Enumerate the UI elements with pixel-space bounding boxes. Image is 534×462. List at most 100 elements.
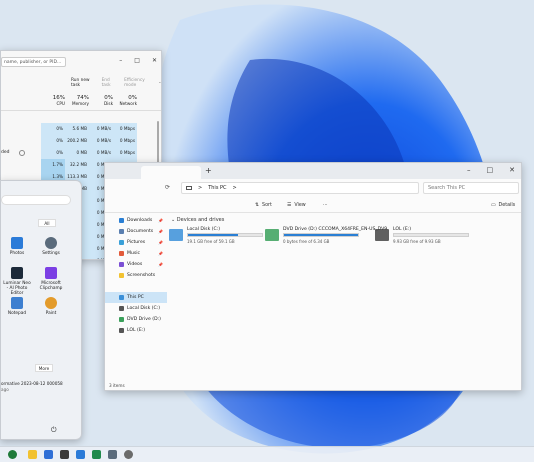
settings-icon[interactable]: [124, 450, 133, 459]
details-button[interactable]: ▭ Details: [491, 203, 515, 208]
drive-usage-bar: [187, 233, 263, 237]
local-disk-icon: [169, 229, 183, 241]
nav-item-label: Downloads: [127, 218, 153, 223]
process-row[interactable]: 0% 200.2 MB 0 MB/s 0 Mbps: [1, 135, 161, 147]
folder-icon: [119, 273, 124, 278]
power-icon[interactable]: ⏻: [51, 426, 57, 435]
app-photos[interactable]: Photos: [3, 237, 31, 256]
nav-item-label: Local Disk (C:): [127, 306, 161, 311]
task-manager-icon[interactable]: [108, 450, 117, 459]
maximize-icon[interactable]: □: [134, 57, 140, 64]
nav-item-downloads[interactable]: Downloads 📌: [105, 215, 167, 226]
more-recommended-button[interactable]: More: [35, 364, 53, 372]
nav-item-screenshots[interactable]: Screenshots: [105, 270, 167, 281]
drive-free-space: 0 bytes free of 6.34 GB: [283, 239, 330, 244]
efficiency-mode-button[interactable]: Efficiency mode: [124, 78, 151, 88]
nav-item-pictures[interactable]: Pictures 📌: [105, 237, 167, 248]
clipchamp-icon: [45, 267, 57, 279]
picture-icon: [119, 240, 124, 245]
photos-icon[interactable]: [76, 450, 85, 459]
nav-item-label: This PC: [127, 295, 144, 300]
nav-item-local-disk-c[interactable]: Local Disk (C:): [105, 303, 167, 314]
close-icon[interactable]: ✕: [509, 166, 515, 174]
task-manager-search-input[interactable]: name, publisher, or PID...: [1, 57, 66, 67]
luminar-icon: [11, 267, 23, 279]
process-mem-cell: 32.2 MB: [65, 159, 89, 171]
drive-icon: [119, 328, 124, 333]
photos-icon: [11, 237, 23, 249]
nav-item-label: DVD Drive (D:): [127, 317, 161, 322]
drive-usage-bar: [393, 233, 469, 237]
file-explorer-icon[interactable]: [28, 450, 37, 459]
store-icon[interactable]: [60, 450, 69, 459]
app-settings[interactable]: Settings: [37, 237, 65, 256]
nav-item-videos[interactable]: Videos 📌: [105, 259, 167, 270]
nav-item-lol-e[interactable]: LOL (E:): [105, 325, 167, 336]
dvd-drive-icon: [265, 229, 279, 241]
process-name: ded: [1, 150, 10, 155]
process-net-cell: 0 Mbps: [113, 123, 137, 135]
process-row[interactable]: 0% 5.6 MB 0 MB/s 0 Mbps: [1, 123, 161, 135]
refresh-icon[interactable]: ⟳: [165, 184, 170, 191]
music-icon: [119, 251, 124, 256]
drive-item[interactable]: LOL (E:) 9.93 GB free of 9.93 GB: [375, 227, 470, 249]
sheets-icon[interactable]: [92, 450, 101, 459]
nav-item-label: Documents: [127, 229, 154, 234]
minimize-icon[interactable]: –: [467, 166, 471, 174]
cpu-column-header[interactable]: 16% CPU: [41, 95, 65, 106]
start-search-input[interactable]: [1, 195, 71, 205]
maximize-icon[interactable]: □: [487, 166, 494, 174]
nav-item-this-pc[interactable]: This PC: [105, 292, 167, 303]
paused-status-icon: [19, 150, 25, 156]
app-notepad[interactable]: Notepad: [3, 297, 31, 316]
more-options-button[interactable]: ···: [323, 203, 328, 208]
drive-item[interactable]: DVD Drive (D:) CCCOMA_X64FRE_EN-US_DV9 0 …: [265, 227, 387, 249]
process-mem-cell: 200.2 MB: [65, 135, 89, 147]
new-tab-button[interactable]: +: [205, 166, 212, 175]
edge-icon[interactable]: [8, 450, 17, 459]
notepad-icon: [11, 297, 23, 309]
all-apps-button[interactable]: All: [38, 219, 56, 227]
network-column-header[interactable]: 0% Network: [113, 95, 137, 106]
disk-column-header[interactable]: 0% Disk: [89, 95, 113, 106]
process-mem-cell: 5.6 MB: [65, 123, 89, 135]
nav-item-dvd-drive-d[interactable]: DVD Drive (D:): [105, 314, 167, 325]
monitor-icon: [186, 186, 192, 190]
process-cpu-cell: 0%: [41, 135, 65, 147]
recommended-item-title: ormative 2023-08-12 000058: [1, 381, 63, 386]
pin-icon: 📌: [158, 251, 163, 256]
close-icon[interactable]: ✕: [152, 57, 157, 64]
tab-this-pc[interactable]: [141, 166, 201, 179]
memory-column-header[interactable]: 74% Memory: [65, 95, 89, 106]
app-clipchamp[interactable]: Microsoft Clipchamp: [37, 267, 65, 291]
view-label: View: [294, 203, 306, 208]
path-chevron-icon: >: [198, 185, 203, 191]
minimize-icon[interactable]: –: [119, 57, 122, 64]
path-segment-this-pc[interactable]: This PC: [208, 185, 226, 191]
sort-button[interactable]: ⇅ Sort: [255, 203, 272, 208]
devices-and-drives-header[interactable]: ⌄ Devices and drives: [171, 217, 224, 223]
explorer-search-input[interactable]: Search This PC: [423, 182, 519, 194]
process-cpu-cell: 0%: [41, 147, 65, 159]
end-task-button[interactable]: End task: [102, 78, 117, 88]
app-label: Notepad: [7, 311, 27, 316]
more-options-button[interactable]: ···: [159, 81, 161, 86]
pin-icon: 📌: [158, 218, 163, 223]
nav-item-documents[interactable]: Documents 📌: [105, 226, 167, 237]
app-paint[interactable]: Paint: [37, 297, 65, 316]
app-luminar-neo[interactable]: Luminar Neo - AI Photo Editor: [3, 267, 31, 296]
view-button[interactable]: ☰ View: [287, 203, 306, 208]
pin-icon: 📌: [158, 262, 163, 267]
nav-item-label: Music: [127, 251, 141, 256]
drive-item[interactable]: Local Disk (C:) 19.1 GB free of 59.1 GB: [169, 227, 264, 249]
nav-item-music[interactable]: Music 📌: [105, 248, 167, 259]
run-new-task-button[interactable]: Run new task: [71, 78, 94, 88]
explorer-tab-bar: + – □ ✕: [105, 163, 521, 179]
recommended-item[interactable]: ormative 2023-08-12 000058 ago: [1, 381, 63, 393]
pin-icon: 📌: [158, 229, 163, 234]
mail-icon[interactable]: [44, 450, 53, 459]
address-bar[interactable]: > This PC >: [181, 182, 419, 194]
process-row[interactable]: ded 0% 0 MB 0 MB/s 0 Mbps: [1, 147, 161, 159]
explorer-window-controls: – □ ✕: [467, 166, 515, 174]
address-bar-row: ⟳ > This PC > Search This PC: [105, 181, 521, 195]
